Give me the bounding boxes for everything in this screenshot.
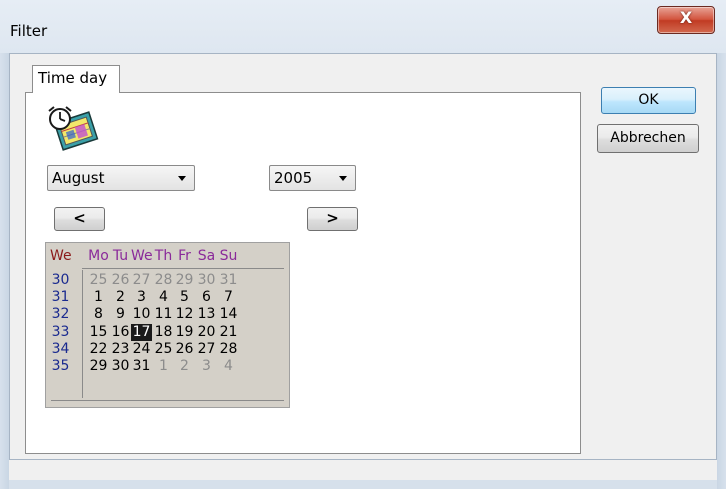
calendar-day[interactable]: 14: [218, 306, 239, 323]
day-header: Tu: [112, 248, 129, 264]
calendar-day[interactable]: 15: [88, 324, 109, 341]
chevron-down-icon: [339, 176, 347, 181]
calendar-day[interactable]: 13: [196, 306, 217, 323]
calendar-day[interactable]: 29: [174, 272, 195, 289]
calendar-day[interactable]: 2: [174, 358, 195, 375]
calendar-day[interactable]: 30: [196, 272, 217, 289]
next-month-button[interactable]: >: [307, 207, 358, 231]
week-column-header: We: [50, 248, 72, 264]
calendar-day[interactable]: 31: [218, 272, 239, 289]
calendar-day[interactable]: 30: [110, 358, 131, 375]
calendar-day[interactable]: 24: [131, 341, 152, 358]
close-button[interactable]: X: [657, 6, 715, 34]
calendar-day[interactable]: 7: [218, 289, 239, 306]
calendar-day[interactable]: 26: [174, 341, 195, 358]
week-number: 34: [51, 340, 70, 357]
calendar-day[interactable]: 1: [88, 289, 109, 306]
week-number: 35: [51, 358, 70, 374]
day-header: We: [131, 248, 153, 264]
close-icon: X: [679, 8, 693, 27]
calendar-day[interactable]: 4: [153, 289, 174, 306]
tab-time-day[interactable]: Time day: [32, 65, 120, 93]
calendar-day[interactable]: 25: [88, 272, 109, 289]
month-select[interactable]: August: [47, 165, 195, 191]
window-border-right: [717, 53, 726, 489]
week-number: 33: [51, 323, 70, 340]
day-header: Mo: [88, 248, 109, 264]
year-select-value: 2005: [274, 169, 313, 187]
calendar-day[interactable]: 1: [153, 358, 174, 375]
year-select[interactable]: 2005: [269, 165, 356, 191]
calendar-day[interactable]: 27: [196, 341, 217, 358]
calendar-day[interactable]: 6: [196, 289, 217, 306]
calendar-day[interactable]: 18: [153, 324, 174, 341]
chevron-down-icon: [178, 176, 186, 181]
window-title: Filter: [10, 22, 48, 40]
month-calendar: We Mo Tu We Th Fr Sa Su 30 25 26 27 28 29 30 31 31 1 2 3 4 5 6…: [45, 242, 290, 408]
calendar-day[interactable]: 26: [110, 272, 131, 289]
day-header: Th: [154, 248, 173, 264]
calendar-day[interactable]: 19: [174, 324, 195, 341]
calendar-clock-icon: [48, 106, 99, 151]
calendar-day[interactable]: 9: [110, 306, 131, 323]
calendar-day[interactable]: 3: [131, 289, 152, 306]
window-border-left: [0, 53, 9, 489]
calendar-day[interactable]: 12: [174, 306, 195, 323]
day-header: Su: [219, 248, 238, 264]
tab-label: Time day: [38, 69, 108, 87]
calendar-day[interactable]: 29: [88, 358, 109, 375]
calendar-day[interactable]: 16: [110, 324, 131, 341]
calendar-day[interactable]: 27: [131, 272, 152, 289]
calendar-header-divider: [82, 268, 284, 269]
ok-button[interactable]: OK: [601, 87, 696, 114]
cancel-button[interactable]: Abbrechen: [597, 124, 699, 153]
previous-month-button[interactable]: <: [54, 207, 105, 231]
calendar-day[interactable]: 20: [196, 324, 217, 341]
calendar-bottom-divider: [51, 400, 284, 401]
calendar-day[interactable]: 2: [110, 289, 131, 306]
calendar-day[interactable]: 5: [174, 289, 195, 306]
calendar-day[interactable]: 11: [153, 306, 174, 323]
day-header: Fr: [178, 248, 191, 264]
calendar-day[interactable]: 28: [153, 272, 174, 289]
calendar-day-selected[interactable]: 17: [131, 323, 152, 341]
calendar-day[interactable]: 28: [218, 341, 239, 358]
week-number: 31: [51, 289, 70, 306]
week-number: 32: [51, 306, 70, 323]
dialog-bottom-strip: [9, 460, 717, 480]
day-header: Sa: [197, 248, 216, 264]
calendar-day[interactable]: 25: [153, 341, 174, 358]
calendar-day[interactable]: 23: [110, 341, 131, 358]
calendar-day[interactable]: 21: [218, 324, 239, 341]
calendar-day[interactable]: 22: [88, 341, 109, 358]
calendar-day[interactable]: 10: [131, 306, 152, 323]
calendar-day[interactable]: 8: [88, 306, 109, 323]
calendar-day[interactable]: 4: [218, 358, 239, 375]
calendar-week-divider: [82, 270, 83, 398]
week-number: 30: [51, 272, 70, 288]
month-select-value: August: [52, 169, 105, 187]
calendar-day[interactable]: 31: [131, 358, 152, 375]
calendar-day[interactable]: 3: [196, 358, 217, 375]
